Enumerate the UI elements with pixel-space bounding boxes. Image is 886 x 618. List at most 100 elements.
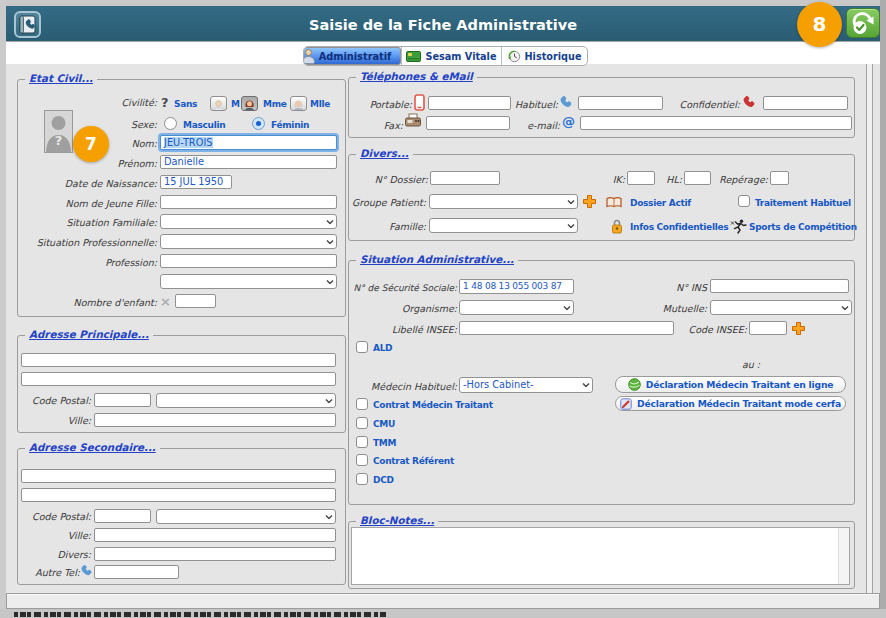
feminin-radio[interactable] <box>252 117 265 130</box>
plus-icon-insee[interactable] <box>791 321 806 336</box>
civilite-mlle-button[interactable] <box>290 96 307 111</box>
groupe-patient-select[interactable] <box>429 194 578 209</box>
globe-icon <box>628 378 641 391</box>
medecin-habituel-select[interactable]: -Hors Cabinet- <box>459 377 593 393</box>
declaration-cerfa-button[interactable]: Déclaration Médecin Traitant mode cerfa <box>615 396 846 411</box>
cmu-checkbox[interactable] <box>356 417 368 429</box>
date-naissance-label: Date de Naissance: <box>10 178 157 190</box>
contrat-medecin-traitant-checkbox[interactable] <box>356 398 368 410</box>
contrat-referent-label[interactable]: Contrat Référent <box>373 455 454 468</box>
tab-sesam-vitale[interactable]: Sesam Vitale <box>401 47 501 65</box>
civilite-mme-label[interactable]: Mme <box>263 98 287 111</box>
famille-select[interactable] <box>429 218 578 233</box>
civilite-mme-button[interactable] <box>241 96 258 111</box>
bloc-notes-textarea[interactable] <box>351 527 850 585</box>
situation-familiale-label: Situation Familiale: <box>10 217 157 229</box>
as-adresse1-input[interactable] <box>21 469 336 483</box>
ap-ville-input[interactable] <box>94 413 336 427</box>
traitement-habituel-checkbox[interactable] <box>738 195 750 207</box>
masculin-label[interactable]: Masculin <box>183 119 225 132</box>
declaration-en-ligne-button[interactable]: Déclaration Médecin Traitant en ligne <box>615 376 846 393</box>
nom-input[interactable]: JEU-TROIS <box>160 135 337 150</box>
as-code-postal-input[interactable] <box>94 509 151 523</box>
profession-input[interactable] <box>160 254 337 268</box>
ap-code-postal-input[interactable] <box>94 393 151 407</box>
open-book-icon <box>606 196 622 209</box>
code-insee-input[interactable] <box>749 321 787 335</box>
tab-group: Administratif Sesam Vitale Historique <box>303 46 588 66</box>
question-icon[interactable]: ? <box>161 96 169 110</box>
hl-input[interactable] <box>684 171 711 185</box>
dcd-checkbox[interactable] <box>356 473 368 485</box>
as-divers-input[interactable] <box>94 547 336 561</box>
chevron-down-icon <box>567 199 575 204</box>
step-badge-7: 7 <box>73 126 109 162</box>
cmu-label[interactable]: CMU <box>373 418 395 431</box>
prenom-input[interactable]: Danielle <box>160 155 337 169</box>
ald-checkbox[interactable] <box>356 341 368 353</box>
autre-tel-input[interactable] <box>94 565 179 579</box>
bloc-notes-scrollbar[interactable] <box>838 528 849 584</box>
tmm-label[interactable]: TMM <box>373 437 396 450</box>
ik-input[interactable] <box>627 171 655 185</box>
date-naissance-input[interactable]: 15 JUL 1950 <box>160 175 232 189</box>
libelle-insee-input[interactable] <box>459 321 674 335</box>
situation-professionnelle-select[interactable] <box>160 234 337 249</box>
dossier-actif-label[interactable]: Dossier Actif <box>630 197 691 210</box>
dcd-label[interactable]: DCD <box>373 474 394 487</box>
clipped-background-text <box>14 612 386 617</box>
nom-jeune-fille-input[interactable] <box>160 195 337 209</box>
ap-adresse2-input[interactable] <box>21 372 336 386</box>
situation-familiale-select[interactable] <box>160 214 337 229</box>
autre-tel-label: Autre Tel: <box>11 567 80 579</box>
nom-value-selected: JEU-TROIS <box>164 137 213 148</box>
chevron-down-icon <box>326 239 334 244</box>
n-dossier-input[interactable] <box>430 171 500 185</box>
profession-select[interactable] <box>160 274 337 289</box>
girl-avatar-icon <box>291 99 306 111</box>
civilite-mlle-label[interactable]: Mlle <box>310 98 330 111</box>
ins-input[interactable] <box>710 279 849 293</box>
plus-icon-groupe[interactable] <box>582 194 597 209</box>
email-input[interactable] <box>580 116 852 130</box>
tab-administratif-label: Administratif <box>319 51 392 62</box>
organisme-select[interactable] <box>459 300 574 315</box>
contrat-referent-checkbox[interactable] <box>356 454 368 466</box>
mutuelle-select[interactable] <box>710 300 852 315</box>
nss-input[interactable]: 1 48 08 13 055 003 87 <box>459 279 574 294</box>
email-label: e-mail: <box>490 120 560 132</box>
contrat-medecin-traitant-label[interactable]: Contrat Médecin Traitant <box>373 399 493 412</box>
ap-code-postal-label: Code Postal: <box>11 395 91 407</box>
validate-button[interactable] <box>846 8 880 38</box>
civilite-sans-label[interactable]: Sans <box>174 98 197 111</box>
bloc-notes-title: Bloc-Notes... <box>356 514 438 527</box>
as-ville-select[interactable] <box>156 509 336 524</box>
as-ville-input[interactable] <box>94 528 336 542</box>
telephones-title: Téléphones & eMail <box>356 70 477 83</box>
reperage-input[interactable] <box>770 171 789 185</box>
tab-administratif[interactable]: Administratif <box>304 47 401 65</box>
tab-historique[interactable]: Historique <box>501 47 587 65</box>
ap-adresse1-input[interactable] <box>21 353 336 367</box>
nombre-enfant-label: Nombre d'enfant: <box>10 297 157 309</box>
tmm-checkbox[interactable] <box>356 436 368 448</box>
traitement-habituel-label[interactable]: Traitement Habituel <box>755 197 851 210</box>
situation-administrative-title: Situation Administrative... <box>356 253 518 266</box>
as-code-postal-label: Code Postal: <box>11 511 91 523</box>
ap-ville-select[interactable] <box>156 393 336 408</box>
ins-label: N° INS <box>637 282 707 294</box>
civilite-m-button[interactable] <box>210 96 227 111</box>
nombre-enfant-input[interactable] <box>175 294 216 308</box>
ald-label[interactable]: ALD <box>373 342 392 355</box>
window-title: Saisie de la Fiche Administrative <box>6 18 880 33</box>
civilite-m-label[interactable]: M <box>231 98 240 111</box>
infos-confidentielles-label[interactable]: Infos Confidentielles <box>630 221 728 234</box>
sports-competition-label[interactable]: Sports de Compétition <box>749 221 857 234</box>
feminin-label[interactable]: Féminin <box>271 119 309 132</box>
as-ville-label: Ville: <box>11 530 91 542</box>
confidentiel-input[interactable] <box>763 96 848 110</box>
masculin-radio[interactable] <box>164 117 177 130</box>
libelle-insee-label: Libellé INSEE: <box>377 324 457 336</box>
tab-historique-label: Historique <box>525 51 582 62</box>
as-adresse2-input[interactable] <box>21 488 336 502</box>
